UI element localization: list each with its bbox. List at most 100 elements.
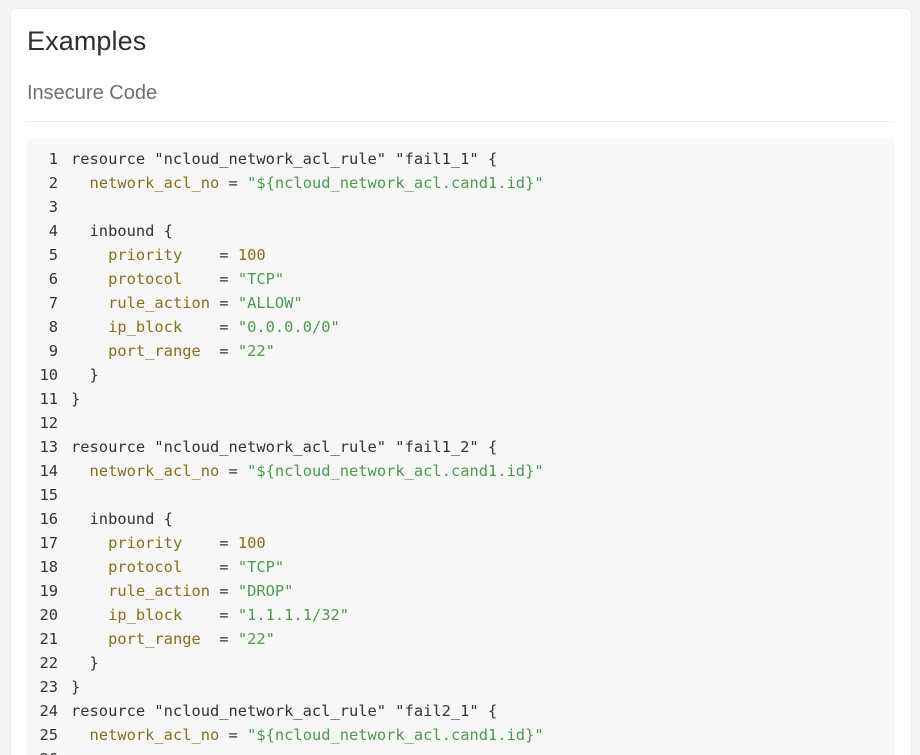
code-text: network_acl_no = "${ncloud_network_acl.c… xyxy=(58,723,544,747)
code-token-attr: rule_action xyxy=(108,294,211,312)
code-line: 9 port_range = "22" xyxy=(27,339,895,363)
code-line: 14 network_acl_no = "${ncloud_network_ac… xyxy=(27,459,895,483)
code-text: protocol = "TCP" xyxy=(58,555,284,579)
divider xyxy=(27,121,895,122)
line-number: 2 xyxy=(48,174,58,192)
code-text: resource "ncloud_network_acl_rule" "fail… xyxy=(58,435,497,459)
line-number: 21 xyxy=(39,630,58,648)
code-text: rule_action = "DROP" xyxy=(58,579,293,603)
code-token-str: "TCP" xyxy=(237,270,285,288)
code-line: 7 rule_action = "ALLOW" xyxy=(27,291,895,315)
code-line: 10 } xyxy=(27,363,895,387)
code-text: inbound { xyxy=(58,219,173,243)
line-number: 23 xyxy=(39,678,58,696)
code-text: inbound { xyxy=(58,507,173,531)
page: Examples Insecure Code 1 resource "ncloud… xyxy=(0,0,920,755)
code-token-plain: = xyxy=(200,630,238,648)
code-token-plain: = xyxy=(182,246,238,264)
code-token-attr: network_acl_no xyxy=(89,462,220,480)
line-number: 22 xyxy=(39,654,58,672)
line-number: 12 xyxy=(39,414,58,432)
code-token-attr: protocol xyxy=(108,558,183,576)
line-number: 13 xyxy=(39,438,58,456)
code-line: 23} xyxy=(27,675,895,699)
code-line: 26 xyxy=(27,747,895,755)
code-line: 24 resource "ncloud_network_acl_rule" "fa… xyxy=(27,699,895,723)
code-token-str: "22" xyxy=(237,342,275,360)
line-number: 8 xyxy=(48,318,58,336)
code-token-plain: } xyxy=(71,654,99,672)
code-token-plain: = xyxy=(219,462,248,480)
code-text: } xyxy=(58,363,99,387)
code-token-plain: = xyxy=(182,318,238,336)
examples-card: Examples Insecure Code 1 resource "ncloud… xyxy=(10,8,912,755)
code-line: 16 inbound { xyxy=(27,507,895,531)
code-line: 8 ip_block = "0.0.0.0/0" xyxy=(27,315,895,339)
code-token-str: "ALLOW" xyxy=(237,294,303,312)
code-line: 6 protocol = "TCP" xyxy=(27,267,895,291)
code-token-plain: = xyxy=(182,534,238,552)
code-token-num: 100 xyxy=(237,534,266,552)
code-text: network_acl_no = "${ncloud_network_acl.c… xyxy=(58,171,544,195)
code-token-str: "${ncloud_network_acl.cand1.id}" xyxy=(247,462,544,480)
line-number: 25 xyxy=(39,726,58,744)
line-number: 17 xyxy=(39,534,58,552)
code-token-plain: = xyxy=(182,606,238,624)
line-number: 1 xyxy=(48,150,58,168)
line-number: 24 xyxy=(39,702,58,720)
code-text: resource "ncloud_network_acl_rule" "fail… xyxy=(58,147,497,171)
code-token-attr: rule_action xyxy=(108,582,211,600)
line-number: 16 xyxy=(39,510,58,528)
code-token-plain: = xyxy=(219,174,248,192)
code-token-attr: port_range xyxy=(108,630,201,648)
code-line: 3 xyxy=(27,195,895,219)
code-line: 2 network_acl_no = "${ncloud_network_acl… xyxy=(27,171,895,195)
code-text: } xyxy=(58,387,80,411)
code-line: 19 rule_action = "DROP" xyxy=(27,579,895,603)
code-token-attr: protocol xyxy=(108,270,183,288)
code-text: protocol = "TCP" xyxy=(58,267,284,291)
code-text: priority = 100 xyxy=(58,243,266,267)
line-number: 5 xyxy=(48,246,58,264)
code-token-plain: resource "ncloud_network_acl_rule" "fail… xyxy=(71,150,498,168)
code-token-plain: } xyxy=(71,366,99,384)
code-token-attr: priority xyxy=(108,246,183,264)
code-line: 13 resource "ncloud_network_acl_rule" "fa… xyxy=(27,435,895,459)
code-line: 25 network_acl_no = "${ncloud_network_ac… xyxy=(27,723,895,747)
line-number: 18 xyxy=(39,558,58,576)
code-token-str: "0.0.0.0/0" xyxy=(237,318,340,336)
code-token-attr: priority xyxy=(108,534,183,552)
code-text: ip_block = "1.1.1.1/32" xyxy=(58,603,349,627)
code-line: 20 ip_block = "1.1.1.1/32" xyxy=(27,603,895,627)
code-text: } xyxy=(58,651,99,675)
line-number: 10 xyxy=(39,366,58,384)
line-number: 6 xyxy=(48,270,58,288)
code-block[interactable]: 1 resource "ncloud_network_acl_rule" "fai… xyxy=(27,139,895,755)
code-line: 15 xyxy=(27,483,895,507)
code-token-plain: resource "ncloud_network_acl_rule" "fail… xyxy=(71,438,498,456)
code-token-str: "${ncloud_network_acl.cand1.id}" xyxy=(247,726,544,744)
code-token-attr: ip_block xyxy=(108,606,183,624)
code-lines: 1 resource "ncloud_network_acl_rule" "fai… xyxy=(27,147,895,755)
code-line: 21 port_range = "22" xyxy=(27,627,895,651)
code-token-str: "DROP" xyxy=(237,582,294,600)
code-token-plain: inbound { xyxy=(71,510,173,528)
code-token-plain: = xyxy=(210,294,238,312)
code-line: 22 } xyxy=(27,651,895,675)
line-number: 9 xyxy=(48,342,58,360)
code-line: 1 resource "ncloud_network_acl_rule" "fai… xyxy=(27,147,895,171)
code-line: 18 protocol = "TCP" xyxy=(27,555,895,579)
